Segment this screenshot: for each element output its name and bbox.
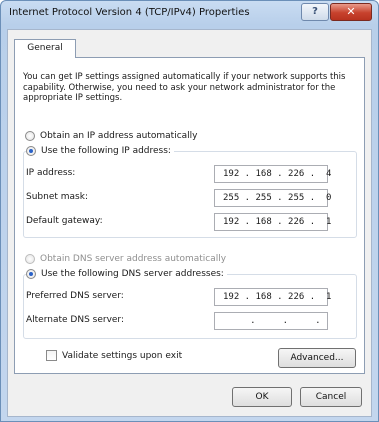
ip-address-label: IP address: (26, 168, 76, 178)
use-following-dns-radio[interactable] (26, 269, 36, 279)
preferred-dns-input[interactable]: 192 . 168 . 226 . 1 (214, 288, 331, 306)
dialog-window: Internet Protocol Version 4 (TCP/IPv4) P… (0, 0, 379, 422)
preferred-dns-label: Preferred DNS server: (26, 291, 124, 301)
obtain-ip-auto-option[interactable]: Obtain an IP address automatically (25, 129, 198, 143)
obtain-ip-auto-radio[interactable] (25, 131, 35, 141)
use-following-ip-label: Use the following IP address: (41, 146, 171, 156)
use-following-dns-option[interactable]: Use the following DNS server addresses: (26, 267, 227, 281)
default-gateway-input[interactable]: 192 . 168 . 226 . 1 (214, 213, 331, 231)
obtain-dns-auto-option[interactable]: Obtain DNS server address automatically (25, 252, 226, 266)
tab-general[interactable]: General (14, 39, 76, 58)
alternate-dns-row: Alternate DNS server: . . . (26, 312, 352, 330)
default-gateway-row: Default gateway: 192 . 168 . 226 . 1 (26, 213, 352, 231)
validate-settings-option[interactable]: Validate settings upon exit (46, 350, 182, 361)
dns-server-group: Use the following DNS server addresses: … (23, 267, 357, 339)
ip-address-input[interactable]: 192 . 168 . 226 . 4 (214, 165, 331, 183)
subnet-mask-label: Subnet mask: (26, 192, 88, 202)
ip-address-group: Use the following IP address: IP address… (23, 144, 357, 238)
intro-text: You can get IP settings assigned automat… (23, 72, 346, 103)
help-button[interactable]: ? (301, 3, 329, 21)
advanced-button[interactable]: Advanced... (278, 348, 356, 368)
obtain-ip-auto-label: Obtain an IP address automatically (40, 131, 198, 141)
close-button[interactable]: ✕ (330, 3, 372, 21)
validate-settings-label: Validate settings upon exit (62, 350, 183, 361)
ok-button[interactable]: OK (232, 387, 292, 407)
window-title: Internet Protocol Version 4 (TCP/IPv4) P… (9, 7, 250, 18)
obtain-dns-auto-label: Obtain DNS server address automatically (40, 254, 227, 264)
obtain-dns-auto-radio[interactable] (25, 254, 35, 264)
alternate-dns-input[interactable]: . . . (214, 312, 328, 330)
cancel-button[interactable]: Cancel (300, 387, 362, 407)
use-following-ip-option[interactable]: Use the following IP address: (26, 144, 174, 158)
subnet-mask-input[interactable]: 255 . 255 . 255 . 0 (214, 189, 331, 207)
general-tab-panel: You can get IP settings assigned automat… (14, 57, 365, 374)
alternate-dns-label: Alternate DNS server: (26, 315, 125, 325)
preferred-dns-row: Preferred DNS server: 192 . 168 . 226 . … (26, 288, 352, 306)
use-following-dns-label: Use the following DNS server addresses: (41, 269, 224, 279)
dialog-client-area: General You can get IP settings assigned… (7, 29, 372, 417)
subnet-mask-row: Subnet mask: 255 . 255 . 255 . 0 (26, 189, 352, 207)
validate-settings-checkbox[interactable] (46, 350, 57, 361)
use-following-ip-radio[interactable] (26, 146, 36, 156)
title-bar[interactable]: Internet Protocol Version 4 (TCP/IPv4) P… (1, 1, 378, 27)
default-gateway-label: Default gateway: (26, 216, 103, 226)
ip-address-row: IP address: 192 . 168 . 226 . 4 (26, 165, 352, 183)
